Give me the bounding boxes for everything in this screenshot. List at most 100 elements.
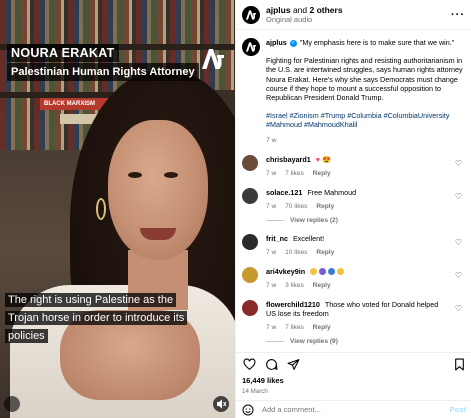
likes-count[interactable]: 16,449 likes — [242, 376, 284, 385]
comment-username[interactable]: flowerchild1210 — [266, 300, 320, 309]
comment-username[interactable]: chrisbayard1 — [266, 155, 311, 164]
emoji-icon — [328, 268, 336, 276]
like-comment-icon[interactable]: ♡ — [455, 238, 462, 247]
reply-button[interactable]: Reply — [313, 170, 331, 177]
ajplus-logo-icon — [202, 49, 224, 69]
mute-button[interactable] — [213, 396, 229, 412]
comment-meta: 7 w 10 likes Reply — [266, 248, 446, 257]
comment-age: 7 w — [266, 281, 277, 289]
replies-divider — [266, 340, 284, 342]
comment-likes[interactable]: 7 likes — [285, 170, 304, 177]
reel-video[interactable]: BLACK MARXISM NOURA ERAKAT Palestinian H… — [0, 0, 235, 418]
header-names: ajplus and 2 others Original audio — [266, 5, 343, 24]
reply-button[interactable]: Reply — [316, 249, 334, 256]
save-button[interactable] — [452, 358, 466, 372]
caption-body: Fighting for Palestinian rights and resi… — [266, 56, 463, 103]
comment-age: 7 w — [266, 323, 277, 331]
commenter-avatar[interactable] — [242, 299, 258, 316]
replies-divider — [266, 219, 284, 221]
heart-eyes-emoji-icon: 😍 — [322, 154, 331, 164]
verified-badge-icon: ✓ — [289, 39, 297, 47]
caption-age: 7 w — [266, 136, 277, 144]
comment-age: 7 w — [266, 169, 277, 177]
share-button[interactable] — [286, 358, 300, 372]
comment-meta: 7 w 3 likes Reply — [266, 281, 446, 290]
comment-item: ari4vkey9in 7 w 3 likes Reply ♡ — [242, 266, 466, 290]
comment-body: flowerchild1210 Those who voted for Dona… — [266, 300, 446, 332]
comment-item: frit_nc Excellent! 7 w 10 likes Reply ♡ — [242, 233, 466, 257]
comment-meta: 7 w 70 likes Reply — [266, 202, 446, 211]
comment-body: chrisbayard1 ♥ 😍 7 w 7 likes Reply — [266, 155, 446, 178]
emoji-picker-icon[interactable] — [242, 404, 254, 416]
comment-likes[interactable]: 3 likes — [285, 282, 304, 289]
comment-item: flowerchild1210 Those who voted for Dona… — [242, 299, 466, 332]
heart-icon — [243, 358, 255, 371]
comment-age: 7 w — [266, 248, 277, 256]
emoji-icon — [337, 268, 345, 276]
view-replies-button[interactable]: View replies (2) — [266, 217, 466, 224]
speaker-eye — [128, 172, 142, 178]
post-details-panel: ajplus and 2 others Original audio ··· a… — [235, 0, 471, 418]
view-replies-label[interactable]: View replies (9) — [290, 338, 338, 345]
comment-body: ari4vkey9in 7 w 3 likes Reply — [266, 267, 446, 290]
subtitle-text: The right is using Palestine as the Troj… — [5, 293, 188, 343]
comment-username[interactable]: solace.121 — [266, 188, 302, 197]
author-avatar[interactable] — [242, 38, 260, 56]
comment-username[interactable]: ari4vkey9in — [266, 267, 305, 276]
comment-body: frit_nc Excellent! 7 w 10 likes Reply — [266, 234, 446, 257]
heart-emoji-icon: ♥ — [315, 154, 321, 164]
emoji-icon — [319, 268, 327, 276]
like-comment-icon[interactable]: ♡ — [455, 192, 462, 201]
header-others[interactable]: 2 others — [310, 5, 343, 15]
reply-button[interactable]: Reply — [313, 282, 331, 289]
like-comment-icon[interactable]: ♡ — [455, 304, 462, 313]
author-avatar[interactable] — [242, 5, 260, 24]
post-caption: ajplus ✓ "My emphasis here is to make su… — [242, 38, 466, 145]
comment-text: Free Mahmoud — [307, 187, 357, 197]
comment-item: chrisbayard1 ♥ 😍 7 w 7 likes Reply ♡ — [242, 154, 466, 178]
pause-button[interactable] — [4, 396, 20, 412]
caption-hashtags[interactable]: #Israel #Zionism #Trump #Columbia #Colum… — [266, 111, 466, 129]
caption-quote: "My emphasis here is to make sure that w… — [299, 38, 455, 47]
like-comment-icon[interactable]: ♡ — [455, 271, 462, 280]
comment-age: 7 w — [266, 202, 277, 210]
comment-likes[interactable]: 7 likes — [285, 324, 304, 331]
comment-icon — [265, 359, 277, 370]
commenter-avatar[interactable] — [242, 187, 258, 204]
emoji-icon — [310, 268, 318, 276]
comment-likes[interactable]: 70 likes — [285, 203, 307, 210]
speaker-muted-icon — [217, 399, 227, 409]
comment-body: solace.121 Free Mahmoud 7 w 70 likes Rep… — [266, 188, 446, 211]
comment-username[interactable]: frit_nc — [266, 234, 288, 243]
speaker-eye — [164, 172, 178, 178]
comment-input[interactable] — [262, 405, 450, 414]
post-date: 14 March — [242, 388, 268, 395]
like-comment-icon[interactable]: ♡ — [455, 159, 462, 168]
commenter-avatar[interactable] — [242, 266, 258, 283]
more-options-button[interactable]: ··· — [451, 9, 465, 21]
original-audio-link[interactable]: Original audio — [266, 15, 343, 24]
reply-button[interactable]: Reply — [313, 324, 331, 331]
commenter-avatar[interactable] — [242, 233, 258, 250]
comments-scroll[interactable]: ajplus ✓ "My emphasis here is to make su… — [236, 30, 471, 360]
post-actions-bar — [236, 352, 471, 376]
reply-button[interactable]: Reply — [316, 203, 334, 210]
comment-meta: 7 w 7 likes Reply — [266, 169, 446, 178]
header-and: and — [292, 5, 308, 15]
like-button[interactable] — [242, 358, 256, 372]
post-comment-button[interactable]: Post — [450, 405, 466, 414]
header-username[interactable]: ajplus — [266, 5, 291, 15]
speaker-role: Palestinian Human Rights Attorney — [7, 63, 199, 81]
view-replies-label[interactable]: View replies (2) — [290, 217, 338, 224]
header-title: ajplus and 2 others — [266, 5, 343, 15]
ajplus-logo-icon — [245, 9, 257, 20]
commenter-avatar[interactable] — [242, 154, 258, 171]
comment-button[interactable] — [264, 358, 278, 372]
caption-username[interactable]: ajplus — [266, 38, 287, 47]
send-icon — [287, 359, 299, 370]
video-subtitle: The right is using Palestine as the Troj… — [5, 290, 188, 344]
comment-text: Excellent! — [292, 233, 325, 243]
caption-text: ajplus ✓ "My emphasis here is to make su… — [266, 38, 466, 145]
view-replies-button[interactable]: View replies (9) — [266, 338, 466, 345]
comment-likes[interactable]: 10 likes — [285, 249, 307, 256]
